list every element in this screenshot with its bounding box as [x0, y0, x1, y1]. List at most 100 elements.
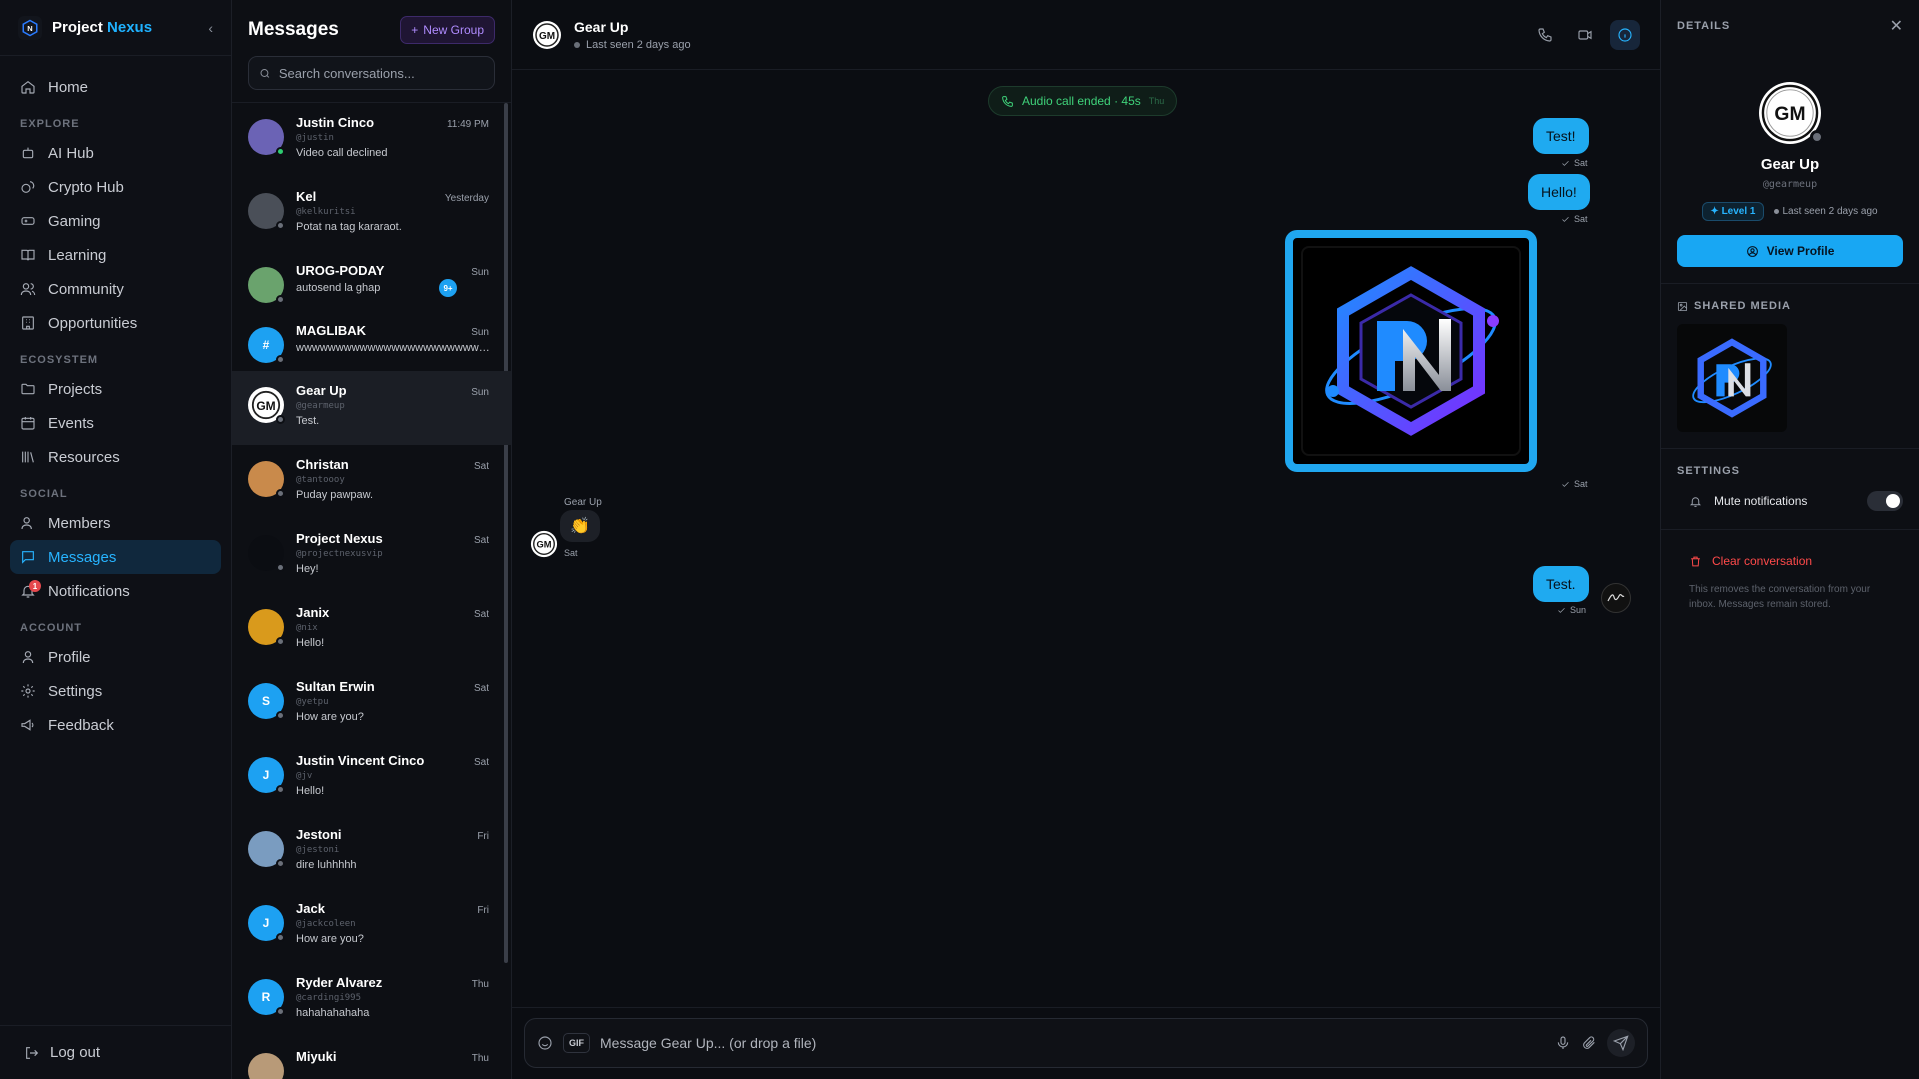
- nav-item-crypto-hub[interactable]: Crypto Hub: [10, 170, 221, 204]
- nav-item-opportunities[interactable]: Opportunities: [10, 306, 221, 340]
- avatar-initial: #: [262, 338, 270, 352]
- list-item[interactable]: Jestoni Fri @jestoni dire luhhhhh: [232, 815, 511, 889]
- mute-label: Mute notifications: [1714, 494, 1808, 508]
- avatar[interactable]: GM: [532, 20, 562, 50]
- nav-item-members[interactable]: Members: [10, 506, 221, 540]
- message-preview: Puday pawpaw.: [296, 489, 374, 501]
- audio-call-button[interactable]: [1530, 20, 1560, 50]
- avatar: [248, 193, 285, 230]
- list-item-top: Project Nexus Sat: [296, 531, 495, 546]
- nav-item-settings[interactable]: Settings: [10, 674, 221, 708]
- nav-item-community[interactable]: Community: [10, 272, 221, 306]
- message-preview: Potat na tag kararaot.: [296, 221, 402, 233]
- outgoing-message[interactable]: Hello!: [1528, 174, 1590, 210]
- nav-item-feedback[interactable]: Feedback: [10, 708, 221, 742]
- nav-item-notifications[interactable]: 1 Notifications: [10, 574, 221, 608]
- users-icon: [20, 283, 36, 296]
- list-item[interactable]: UROG-PODAY Sun autosend la ghap 9+: [232, 251, 511, 311]
- list-item[interactable]: Miyuki Thu: [232, 1037, 511, 1079]
- details-name: Gear Up: [1760, 156, 1820, 173]
- details-toggle-button[interactable]: [1610, 19, 1640, 50]
- gif-button[interactable]: GIF: [563, 1033, 590, 1053]
- phone-icon: [1538, 27, 1552, 42]
- message-preview: How are you?: [296, 711, 364, 723]
- contact-name: UROG-PODAY: [296, 263, 385, 278]
- avatar: [248, 1053, 284, 1079]
- avatar: #: [248, 327, 285, 364]
- contact-name: Justin Cinco: [296, 115, 375, 130]
- shared-media-thumbnail[interactable]: [1677, 324, 1787, 432]
- list-item[interactable]: # MAGLIBAK Sun wwwwwwwwwwwwwwwwwwwwwwwwwww: [232, 311, 511, 371]
- message-time: Sat: [473, 461, 489, 472]
- presence-dot: [276, 637, 285, 646]
- brand-logo-icon[interactable]: N: [18, 15, 42, 40]
- avatar-initial: R: [261, 990, 271, 1004]
- nav-item-resources[interactable]: Resources: [10, 440, 221, 474]
- list-item[interactable]: R Ryder Alvarez Thu @cardingi995 hahahahahah…: [232, 963, 511, 1037]
- message-input[interactable]: [600, 1035, 1545, 1051]
- incoming-message[interactable]: 👏: [560, 510, 600, 542]
- search-input[interactable]: [278, 65, 484, 81]
- view-profile-button[interactable]: View Profile: [1677, 235, 1903, 267]
- nav-item-ai-hub[interactable]: AI Hub: [10, 136, 221, 170]
- list-item-body: Jack Fri @jackcoleen How are you?: [296, 901, 495, 951]
- nav-item-home[interactable]: Home: [10, 70, 221, 104]
- unread-badge: 9+: [439, 279, 457, 297]
- nav-label: Profile: [48, 648, 91, 666]
- logout-label: Log out: [50, 1044, 101, 1061]
- list-item[interactable]: Justin Cinco 11:49 PM @justin Video call de…: [232, 103, 511, 177]
- nav-item-profile[interactable]: Profile: [10, 640, 221, 674]
- avatar[interactable]: [1601, 583, 1631, 613]
- list-item[interactable]: Project Nexus Sat @projectnexusvip Hey!: [232, 519, 511, 593]
- list-item-top: Christan Sat: [296, 457, 495, 472]
- contact-name: Miyuki: [296, 1049, 337, 1064]
- nav-item-messages[interactable]: Messages: [10, 540, 221, 574]
- nav-item-learning[interactable]: Learning: [10, 238, 221, 272]
- chat-actions: [1530, 19, 1640, 50]
- mute-toggle[interactable]: [1867, 491, 1903, 511]
- presence-dot: [276, 221, 285, 230]
- emoji-icon[interactable]: [537, 1035, 553, 1051]
- clear-conversation-button[interactable]: Clear conversation: [1661, 530, 1919, 568]
- message-time: Thu: [471, 979, 489, 990]
- list-item[interactable]: S Sultan Erwin Sat @yetpu How are you?: [232, 667, 511, 741]
- microphone-icon[interactable]: [1555, 1035, 1571, 1051]
- nav-item-gaming[interactable]: Gaming: [10, 204, 221, 238]
- message-time: Yesterday: [444, 193, 489, 204]
- new-group-button[interactable]: + New Group: [400, 16, 495, 44]
- list-item[interactable]: Kel Yesterday @kelkuritsi Potat na tag kara…: [232, 177, 511, 251]
- clear-conversation-label: Clear conversation: [1712, 554, 1813, 568]
- message-meta: Sat: [1561, 479, 1588, 489]
- nav-item-projects[interactable]: Projects: [10, 372, 221, 406]
- outgoing-image-message[interactable]: [1285, 230, 1537, 472]
- nav-item-events[interactable]: Events: [10, 406, 221, 440]
- list-item-body: Ryder Alvarez Thu @cardingi995 hahahahahaha: [296, 975, 495, 1025]
- chat-status-text: Last seen 2 days ago: [586, 38, 691, 51]
- list-item[interactable]: J Justin Vincent Cinco Sat @jv Hello!: [232, 741, 511, 815]
- logout-button[interactable]: Log out: [0, 1025, 231, 1079]
- paperclip-icon[interactable]: [1581, 1035, 1597, 1051]
- presence-dot: [1810, 130, 1824, 144]
- avatar[interactable]: GM: [530, 530, 558, 558]
- send-button[interactable]: [1607, 1029, 1635, 1057]
- message-thread: Audio call ended · 45s Thu Test! Sat Hel…: [512, 70, 1660, 1007]
- message-time: Sat: [473, 757, 489, 768]
- outgoing-message[interactable]: Test!: [1533, 118, 1589, 154]
- list-item[interactable]: GM Gear Up Sun @gearmeup Test.: [232, 371, 511, 445]
- list-item[interactable]: Janix Sat @nix Hello!: [232, 593, 511, 667]
- message-preview: Test.: [296, 415, 320, 427]
- list-item[interactable]: Christan Sat @tantoooy Puday pawpaw.: [232, 445, 511, 519]
- list-item[interactable]: J Jack Fri @jackcoleen How are you?: [232, 889, 511, 963]
- collapse-sidebar-icon[interactable]: ‹: [208, 20, 213, 36]
- presence-dot: [276, 563, 285, 572]
- contact-name: Project Nexus: [296, 531, 383, 546]
- video-call-button[interactable]: [1570, 20, 1600, 50]
- list-item-top: Gear Up Sun: [296, 383, 495, 398]
- close-icon[interactable]: ✕: [1890, 16, 1903, 36]
- list-item-top: Janix Sat: [296, 605, 495, 620]
- outgoing-message[interactable]: Test.: [1533, 566, 1589, 602]
- home-icon: [21, 80, 35, 94]
- nav-label: Feedback: [48, 716, 114, 734]
- message-preview: autosend la ghap: [296, 282, 381, 294]
- avatar[interactable]: GM: [1759, 82, 1824, 144]
